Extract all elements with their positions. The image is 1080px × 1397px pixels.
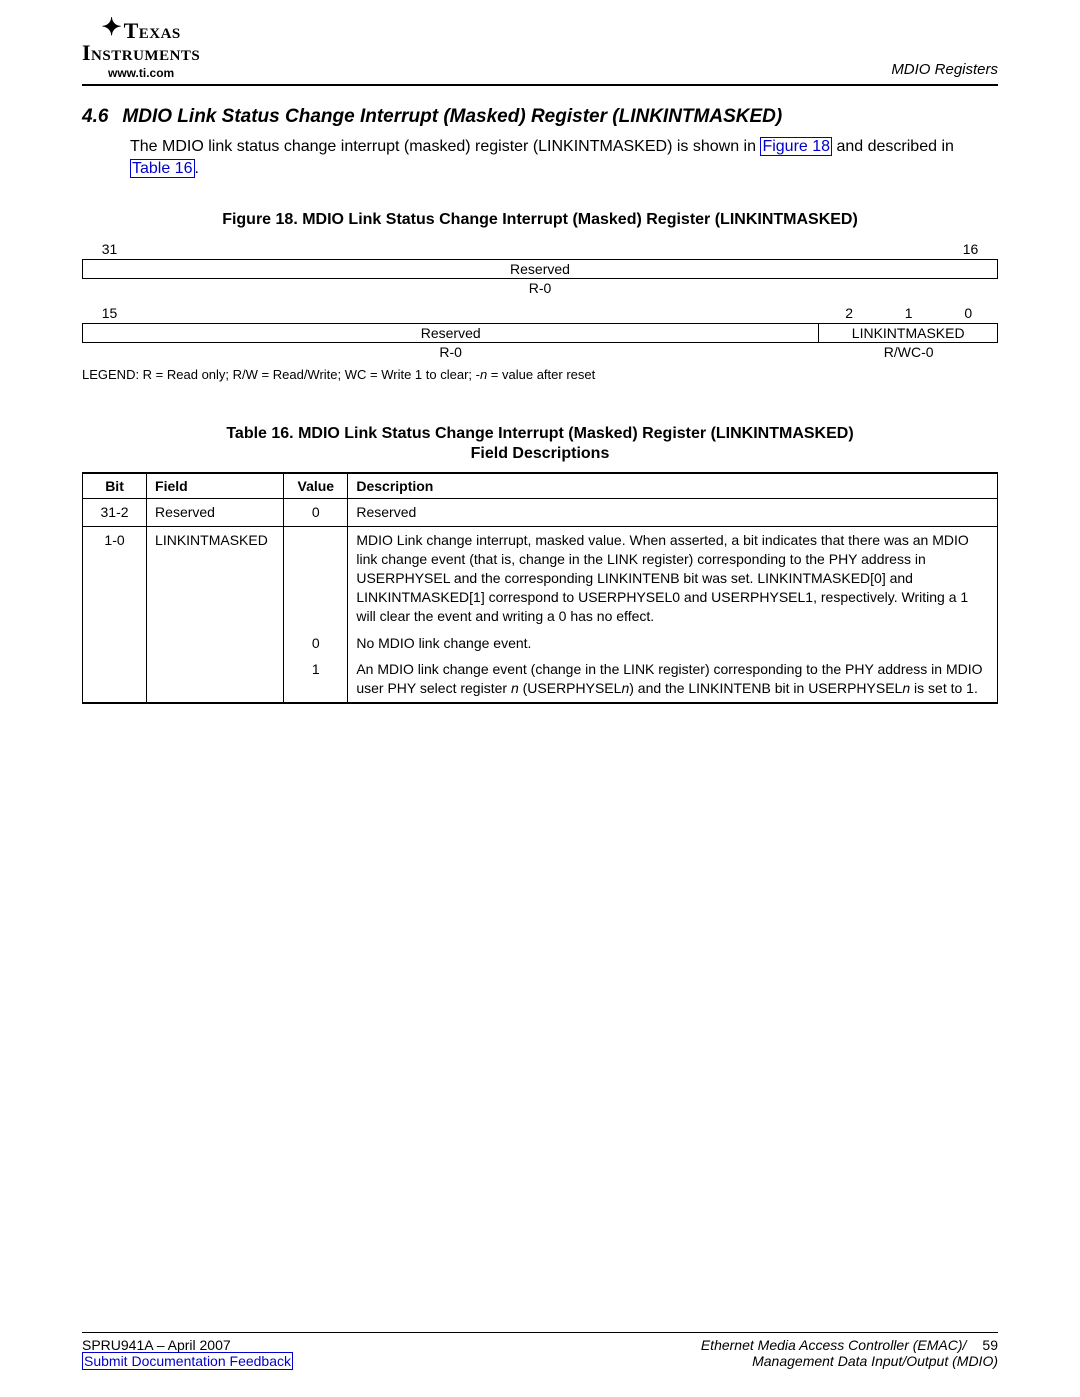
table-row: 1 An MDIO link change event (change in t… [83, 656, 998, 703]
th-value: Value [284, 473, 348, 499]
header-section-label: MDIO Registers [891, 61, 998, 78]
reg-access-1-0: R/WC-0 [819, 343, 998, 361]
cell-desc: MDIO Link change interrupt, masked value… [348, 527, 998, 630]
table-header-row: Bit Field Value Description [83, 473, 998, 499]
cell-bit: 31-2 [83, 499, 147, 527]
field-descriptions-table: Bit Field Value Description 31-2 Reserve… [82, 472, 998, 704]
reg-reserved-31-16: Reserved [82, 259, 998, 279]
th-bit: Bit [83, 473, 147, 499]
footer-rule [82, 1332, 998, 1333]
body-text-pre: The MDIO link status change interrupt (m… [130, 138, 760, 155]
bit-16: 16 [943, 239, 998, 259]
ti-logo: ✦ Texas Instruments www.ti.com [82, 20, 200, 80]
register-diagram: 31 16 Reserved R-0 15 2 1 0 Reserved LIN… [82, 239, 998, 361]
cell-value: 0 [284, 630, 348, 657]
legend-post: = value after reset [487, 367, 595, 382]
th-description: Description [348, 473, 998, 499]
footer-doc-title-2: Management Data Input/Output (MDIO) [752, 1353, 998, 1369]
table-title-line1: Table 16. MDIO Link Status Change Interr… [226, 425, 853, 442]
desc-n: n [902, 680, 910, 696]
cell-desc: Reserved [348, 499, 998, 527]
bit-31: 31 [82, 239, 137, 259]
section-heading: 4.6 MDIO Link Status Change Interrupt (M… [82, 106, 998, 128]
cell-bit: 1-0 [83, 527, 147, 630]
cell-bit [83, 656, 147, 703]
reg-reserved-15-2: Reserved [82, 323, 819, 343]
cell-desc: An MDIO link change event (change in the… [348, 656, 998, 703]
figure-legend: LEGEND: R = Read only; R/W = Read/Write;… [82, 367, 998, 382]
cell-value: 1 [284, 656, 348, 703]
cell-value: 0 [284, 499, 348, 527]
brand-texas: Texas [124, 20, 181, 42]
page-footer: SPRU941A – April 2007 Submit Documentati… [82, 1332, 998, 1369]
cell-field: LINKINTMASKED [147, 527, 284, 630]
desc-n: n [511, 680, 519, 696]
figure-18-link[interactable]: Figure 18 [760, 137, 832, 156]
submit-feedback-link[interactable]: Submit Documentation Feedback [82, 1352, 293, 1370]
footer-doc-title-1: Ethernet Media Access Controller (EMAC)/ [701, 1337, 967, 1353]
page-number: 59 [982, 1337, 998, 1353]
figure-title: Figure 18. MDIO Link Status Change Inter… [82, 211, 998, 229]
brand-url: www.ti.com [108, 66, 174, 80]
th-field: Field [147, 473, 284, 499]
reg-access-31-16: R-0 [82, 279, 998, 297]
section-number: 4.6 [82, 106, 108, 128]
cell-field [147, 630, 284, 657]
cell-desc: No MDIO link change event. [348, 630, 998, 657]
reg-access-15-2: R-0 [82, 343, 819, 361]
section-title: MDIO Link Status Change Interrupt (Maske… [122, 106, 782, 128]
desc-text: ) and the LINKINTENB bit in USERPHYSEL [629, 680, 902, 696]
legend-pre: LEGEND: R = Read only; R/W = Read/Write;… [82, 367, 480, 382]
cell-field: Reserved [147, 499, 284, 527]
bit-2: 2 [819, 303, 879, 323]
desc-text: is set to 1. [910, 680, 978, 696]
page-header: ✦ Texas Instruments www.ti.com MDIO Regi… [82, 20, 998, 84]
cell-value [284, 527, 348, 630]
table-row: 0 No MDIO link change event. [83, 630, 998, 657]
section-body: The MDIO link status change interrupt (m… [130, 136, 998, 179]
cell-field [147, 656, 284, 703]
page: ✦ Texas Instruments www.ti.com MDIO Regi… [0, 0, 1080, 1397]
table-row: 1-0 LINKINTMASKED MDIO Link change inter… [83, 527, 998, 630]
bit-0: 0 [938, 303, 998, 323]
doc-number: SPRU941A – April 2007 [82, 1337, 231, 1353]
table-16-link[interactable]: Table 16 [130, 159, 195, 178]
table-title: Table 16. MDIO Link Status Change Interr… [82, 424, 998, 464]
desc-text: (USERPHYSEL [519, 680, 622, 696]
header-rule [82, 84, 998, 86]
body-text-mid: and described in [832, 138, 954, 155]
body-text-end: . [195, 160, 199, 177]
bit-1: 1 [879, 303, 939, 323]
table-title-line2: Field Descriptions [471, 445, 610, 462]
bit-15: 15 [82, 303, 137, 323]
cell-bit [83, 630, 147, 657]
table-row: 31-2 Reserved 0 Reserved [83, 499, 998, 527]
reg-linkintmasked-1-0: LINKINTMASKED [819, 323, 998, 343]
brand-instruments: Instruments [82, 42, 200, 64]
ti-chip-icon: ✦ [101, 18, 121, 37]
